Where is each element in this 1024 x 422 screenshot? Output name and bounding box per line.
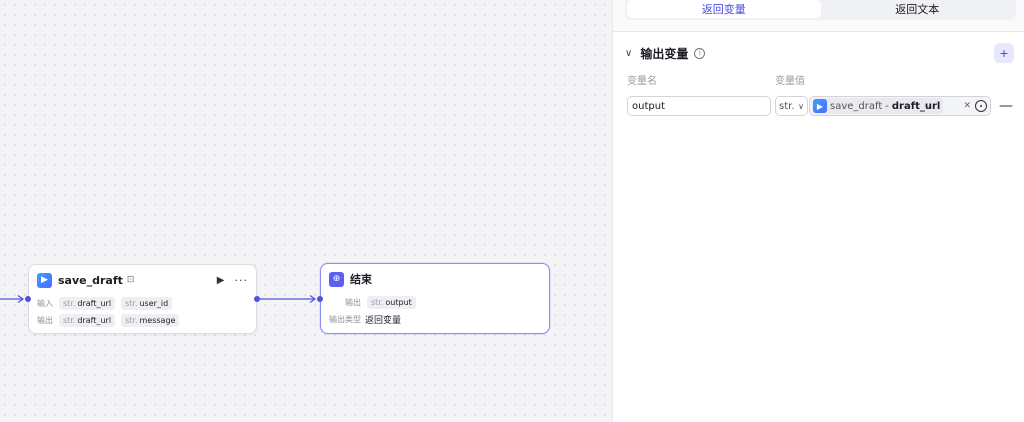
variable-row: str. ∨ ▶ save_draft - draft_url ✕ — — [613, 95, 1024, 117]
reference-chip: ▶ save_draft - draft_url — [812, 98, 944, 114]
end-node-settings-panel: 返回变量 返回文本 ∨ 输出变量 i + 变量名 变量值 str. ∨ ▶ sa… — [612, 0, 1024, 422]
node-output-row: 输出 str. output — [321, 294, 549, 311]
remove-variable-button[interactable]: — — [999, 98, 1013, 114]
input-tag: str. draft_url — [59, 297, 116, 310]
output-tag: str. output — [367, 296, 416, 309]
edge-incoming — [0, 295, 25, 303]
output-type-label: 输出类型 — [329, 315, 361, 324]
node-end[interactable]: ⊕ 结束 输出 str. output 输出类型 返回变量 — [317, 263, 550, 334]
end-node-icon: ⊕ — [329, 271, 344, 287]
node-actions: ▶ ··· — [217, 274, 248, 287]
variable-name-input[interactable] — [627, 96, 771, 116]
tab-return-variable[interactable]: 返回变量 — [627, 0, 821, 18]
chevron-down-icon[interactable]: ∨ — [625, 48, 632, 59]
chevron-down-icon: ∨ — [798, 101, 804, 111]
node-header: ▶ save_draft ⊡ ▶ ··· — [29, 265, 256, 295]
return-mode-tabs: 返回变量 返回文本 — [625, 0, 1016, 20]
col-variable-name: 变量名 — [627, 76, 657, 87]
input-port[interactable] — [25, 296, 31, 302]
output-variables-header: ∨ 输出变量 i + — [613, 32, 1024, 74]
input-tag: str. user_id — [121, 297, 173, 310]
input-port[interactable] — [317, 296, 323, 302]
node-title: 结束 — [350, 273, 372, 286]
input-label: 输入 — [37, 299, 53, 308]
node-header: ⊕ 结束 — [321, 264, 549, 294]
tab-return-text[interactable]: 返回文本 — [821, 0, 1015, 18]
node-input-row: 输入 str. draft_url str. user_id — [29, 295, 256, 312]
workflow-canvas[interactable]: ▶ save_draft ⊡ ▶ ··· 输入 str. draft_url st… — [0, 0, 612, 422]
variable-type-select[interactable]: str. ∨ — [775, 96, 808, 116]
output-type-value: 返回变量 — [365, 316, 402, 326]
target-icon[interactable] — [975, 100, 987, 112]
output-label: 输出 — [345, 298, 361, 307]
play-icon[interactable]: ▶ — [217, 275, 225, 286]
reference-separator: - — [885, 100, 889, 112]
node-output-row: 输出 str. draft_url str. message — [29, 312, 256, 329]
column-headers: 变量名 变量值 — [613, 72, 1024, 87]
output-label: 输出 — [37, 316, 53, 325]
node-title: save_draft — [58, 273, 123, 287]
col-variable-value: 变量值 — [775, 76, 805, 87]
type-label: str. — [779, 100, 795, 112]
edge-save-draft-to-end — [260, 295, 317, 303]
output-tag: str. message — [121, 314, 180, 327]
node-save-draft[interactable]: ▶ save_draft ⊡ ▶ ··· 输入 str. draft_url st… — [25, 264, 260, 334]
output-tag: str. draft_url — [59, 314, 116, 327]
reference-node-name: save_draft — [830, 100, 883, 112]
code-node-icon: ▶ — [813, 99, 827, 113]
tool-icon: ⊡ — [126, 275, 135, 285]
node-output-type-row: 输出类型 返回变量 — [321, 311, 549, 328]
output-port[interactable] — [254, 296, 260, 302]
return-mode-tabs-wrap: 返回变量 返回文本 — [613, 0, 1024, 32]
variable-value-reference[interactable]: ▶ save_draft - draft_url ✕ — [809, 96, 991, 116]
clear-icon[interactable]: ✕ — [963, 101, 971, 111]
section-title: 输出变量 — [640, 46, 689, 61]
code-node-icon: ▶ — [37, 272, 52, 288]
edges-layer — [0, 295, 317, 303]
info-icon[interactable]: i — [694, 47, 706, 59]
add-variable-button[interactable]: + — [994, 43, 1014, 63]
more-icon[interactable]: ··· — [235, 274, 249, 287]
reference-variable-name: draft_url — [891, 100, 941, 112]
